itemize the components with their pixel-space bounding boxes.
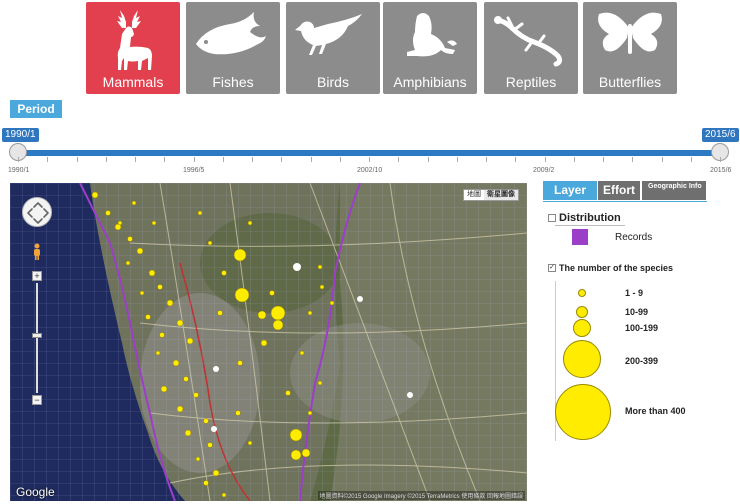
slider-tick [486,157,487,162]
tab-layer[interactable]: Layer [543,181,597,200]
pan-arrows-icon [27,202,49,224]
tab-underline [543,201,707,202]
slider-tick [18,157,19,162]
slider-tick [515,157,517,162]
butterfly-icon [598,12,662,54]
slider-tick [573,157,575,162]
distribution-checkbox[interactable] [548,214,556,222]
lizard-icon [494,16,563,67]
slider-tick [47,157,49,162]
zoom-slider-track[interactable] [36,283,38,393]
slider-tick [720,157,721,162]
legend-circle-more-than-400 [555,384,611,440]
slider-tick [252,157,253,162]
records-label: Records [615,232,653,243]
slider-tick [661,157,663,162]
taxon-tile-amphibians[interactable]: Amphibians [383,2,477,94]
taxon-tile-mammals[interactable]: Mammals [86,2,180,94]
taxon-label: Amphibians [393,74,467,90]
taxon-label: Reptiles [505,74,557,90]
slider-tick [603,157,604,162]
tick-label: 1990/1 [8,167,30,174]
legend-label: 100-199 [625,323,659,333]
period-end-date: 2015/6 [702,128,739,142]
species-checkbox[interactable]: ✓ [548,264,556,272]
legend-label: 1 - 9 [625,288,644,298]
slider-tick [105,157,107,162]
taxon-label: Birds [317,74,349,90]
period-start-date: 1990/1 [2,128,39,142]
legend-circle-10-99 [576,306,588,318]
legend-label: More than 400 [625,406,686,416]
tab-effort[interactable]: Effort [598,181,640,200]
legend-circle-200-399 [563,340,601,378]
tick-label: 2015/6 [710,167,732,174]
taxon-label: Butterflies [598,74,662,90]
layer-panel: Layer Effort Geographic Info Distributio… [541,181,739,441]
taxon-tile-butterflies[interactable]: Butterflies [583,2,677,94]
legend-label: 200-399 [625,356,659,366]
slider-tick [310,157,312,162]
taxon-label: Mammals [102,74,164,90]
slider-tick [135,157,136,162]
slider-tick [544,157,546,162]
pegman-icon[interactable] [32,243,42,261]
slider-tick [339,157,341,162]
tab-geographic-info[interactable]: Geographic Info [642,181,706,200]
slider-tick [193,157,195,162]
period-tab: Period [10,100,62,118]
fish-icon [196,12,266,55]
satellite-map [10,183,527,501]
slider-tick [427,157,429,162]
slider-tick [222,157,224,162]
divider [555,225,625,226]
period-ticks [18,157,721,163]
map-type-map[interactable]: 地圖 [464,190,484,200]
map-view[interactable]: 地圖 衛星圖像 + − Google 地圖資料©2015 Google Imag… [10,183,527,501]
slider-tick [690,157,692,162]
legend-circle-1-9 [578,289,586,297]
legend-circle-100-199 [573,319,591,337]
frog-icon [407,13,457,57]
map-type-satellite[interactable]: 衛星圖像 [484,190,518,200]
taxon-label: Fishes [212,74,254,90]
slider-tick [632,157,634,162]
zoom-slider-knob[interactable] [32,333,42,338]
taxon-tile-fishes[interactable]: Fishes [186,2,280,94]
zoom-out-button[interactable]: − [32,395,42,405]
bird-icon [295,14,362,55]
map-type-switch[interactable]: 地圖 衛星圖像 [463,189,519,201]
slider-tick [456,157,458,162]
records-swatch [572,229,588,245]
taxon-tile-birds[interactable]: Birds [286,2,380,94]
tick-label: 1996/5 [183,167,205,174]
google-logo: Google [16,485,55,499]
tick-label: 2009/2 [533,167,555,174]
page: Mammals Fishes Birds Amphibians Reptiles… [0,0,740,504]
distribution-label: Distribution [559,212,621,224]
taxon-tile-reptiles[interactable]: Reptiles [484,2,578,94]
tick-label: 2002/10 [357,167,383,174]
slider-tick [164,157,166,162]
period-slider-track[interactable] [18,150,720,156]
species-label: The number of the species [559,263,674,273]
slider-tick [369,157,370,162]
legend-label: 10-99 [625,307,649,317]
slider-tick [281,157,283,162]
slider-tick [398,157,400,162]
deer-icon [117,10,152,70]
slider-tick [76,157,78,162]
map-credit: 地圖資料©2015 Google Imagery ©2015 TerraMetr… [317,491,525,500]
zoom-in-button[interactable]: + [32,271,42,281]
pan-control[interactable] [22,197,52,227]
